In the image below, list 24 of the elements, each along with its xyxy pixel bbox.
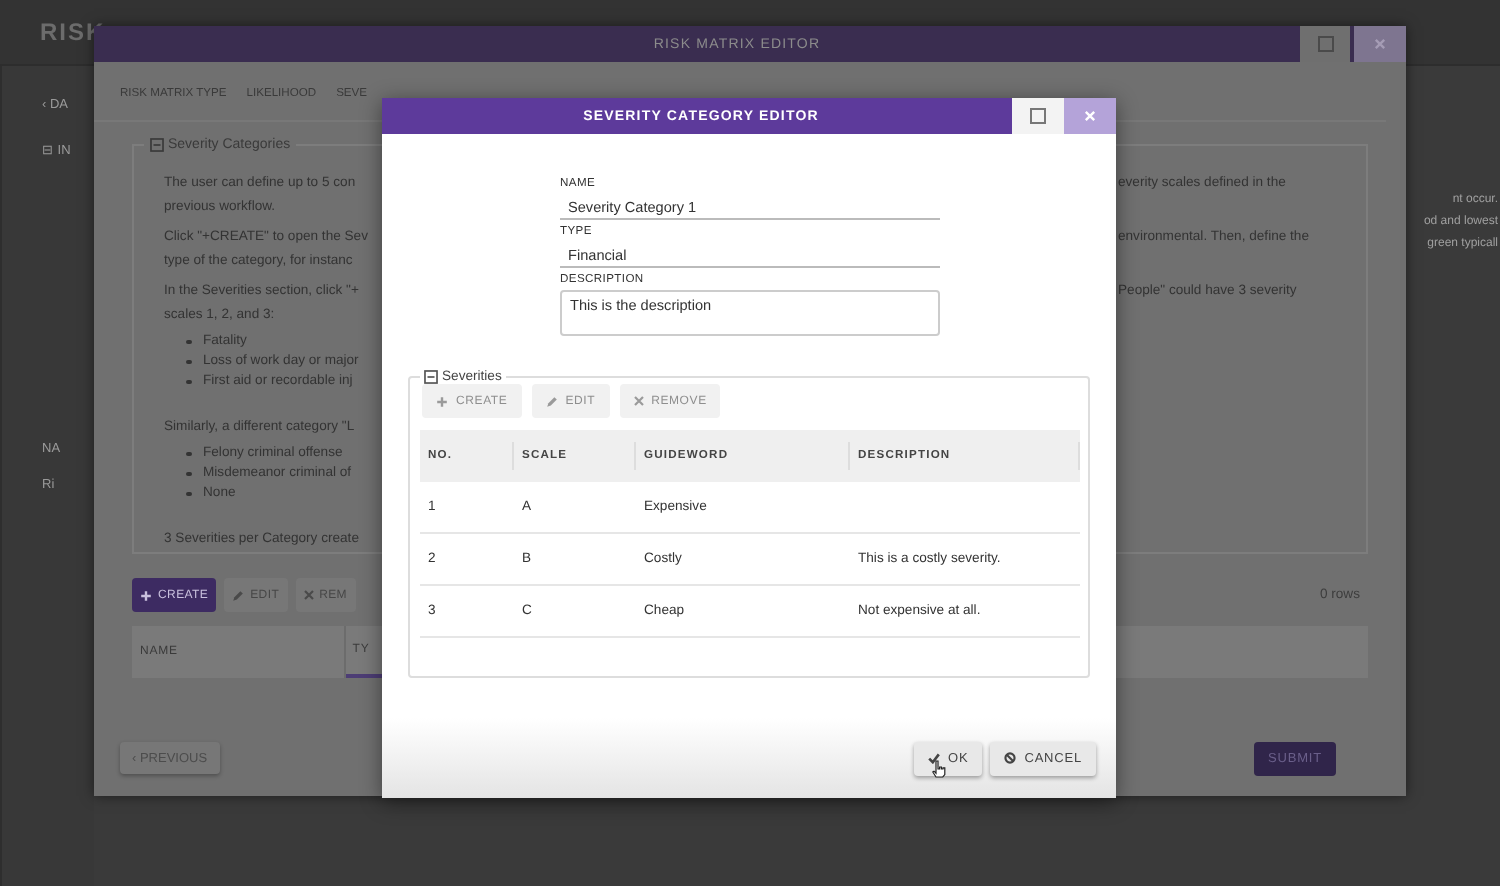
bullet-icon [186,451,191,457]
bullet-icon [186,359,191,365]
x-icon [633,396,644,406]
bullet-icon [186,379,191,385]
maximize-button[interactable] [1300,26,1350,62]
close-button[interactable] [1064,98,1116,134]
pencil-icon [545,395,558,407]
close-button[interactable] [1354,26,1406,62]
collapse-icon[interactable] [424,370,438,384]
plus-icon [436,395,448,407]
maximize-icon [1317,36,1333,52]
close-icon [1374,38,1386,50]
plus-icon [140,589,152,601]
close-icon [1084,110,1096,122]
pencil-icon [232,589,245,601]
maximize-button[interactable] [1012,98,1064,134]
bullet-icon [186,491,191,497]
bullet-icon [186,471,191,477]
hand-cursor-icon [932,759,947,777]
ban-icon [1004,752,1017,764]
maximize-icon [1030,108,1046,124]
check-icon [928,752,941,764]
bullet-icon [186,339,191,345]
x-icon [303,590,314,600]
